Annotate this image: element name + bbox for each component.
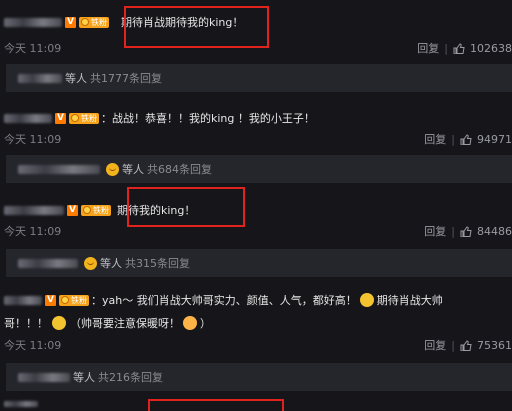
username-blurred[interactable] (4, 113, 52, 123)
reply-people: 等人 (100, 257, 122, 270)
username-blurred[interactable] (4, 17, 62, 27)
comment-text-line2c: ） (200, 317, 211, 330)
avatar-icon (106, 162, 119, 176)
comment-actions: 回复 | 94971 (424, 131, 512, 147)
highlight-box (148, 399, 284, 411)
comment-actions: 回复 | 102638 (417, 40, 512, 56)
username-blurred (4, 401, 38, 407)
reply-people: 等人 (73, 371, 95, 384)
comment-time: 今天 11:09 (4, 133, 62, 146)
reply-button[interactable]: 回复 (424, 223, 446, 239)
comment-time: 今天 11:09 (4, 339, 62, 352)
comment-4-header: V 铁粉 ：yah～ 我们肖战大帅哥实力、颜值、人气，都好高！ 期待肖战大帅 (4, 292, 443, 308)
comment-text-line1: ：yah～ 我们肖战大帅哥实力、颜值、人气，都好高！ (91, 294, 357, 307)
reply-summary-bar[interactable]: 等人 共1777条回复 (6, 64, 512, 92)
crying-emoji-icon (52, 316, 66, 330)
avatar-icon (84, 256, 97, 270)
reply-users-blurred (18, 372, 70, 382)
reply-count: 共315条回复 (125, 257, 190, 270)
divider: | (444, 41, 448, 55)
like-count: 84486 (477, 224, 512, 238)
thumbs-up-icon[interactable] (460, 339, 472, 351)
comment-4-line2: 哥！！！ （帅哥要注意保暖呀！ ） (4, 315, 211, 331)
fan-badge: 铁粉 (81, 204, 111, 216)
comment-actions: 回复 | 84486 (424, 223, 512, 239)
thumbs-up-icon[interactable] (460, 225, 472, 237)
highlight-box (127, 187, 245, 227)
highlight-box (124, 6, 269, 48)
reply-people: 等人 (65, 72, 87, 85)
reply-button[interactable]: 回复 (424, 131, 446, 147)
comment-time: 今天 11:09 (4, 42, 62, 55)
vip-badge-icon: V (67, 204, 78, 216)
comment-text: ：战战！恭喜！！我的king ！我的小王子！ (101, 112, 315, 125)
comment-text-line2a: 哥！！！ (4, 317, 48, 330)
comment-text-line1-tail: 期待肖战大帅 (376, 294, 443, 307)
username-blurred[interactable] (4, 205, 64, 215)
thumbs-up-icon[interactable] (460, 133, 472, 145)
reply-summary-bar[interactable]: 等人 共216条回复 (6, 363, 512, 391)
comment-text-line2b: （帅哥要注意保暖呀！ (70, 317, 180, 330)
username-blurred[interactable] (4, 295, 42, 305)
reply-users-blurred (18, 73, 62, 83)
reply-button[interactable]: 回复 (424, 337, 446, 353)
fan-badge: 铁粉 (59, 294, 89, 306)
divider: | (451, 224, 455, 238)
reply-users-blurred (18, 258, 78, 268)
reply-users-blurred (18, 164, 100, 174)
reply-count: 共684条回复 (147, 163, 212, 176)
comment-time: 今天 11:09 (4, 225, 62, 238)
reply-count: 共1777条回复 (90, 72, 162, 85)
vip-badge-icon: V (55, 112, 66, 124)
reply-people: 等人 (122, 163, 144, 176)
fan-badge: 铁粉 (79, 16, 109, 28)
divider: | (451, 338, 455, 352)
vip-badge-icon: V (45, 294, 56, 306)
divider: | (451, 132, 455, 146)
kiss-emoji-icon (183, 316, 197, 330)
sweat-emoji-icon (359, 293, 374, 307)
like-count: 102638 (470, 41, 512, 55)
reply-button[interactable]: 回复 (417, 40, 439, 56)
comment-2-header: V 铁粉 ：战战！恭喜！！我的king ！我的小王子！ (4, 110, 315, 126)
comment-actions: 回复 | 75361 (424, 337, 512, 353)
thumbs-up-icon[interactable] (453, 42, 465, 54)
reply-summary-bar[interactable]: 等人 共684条回复 (6, 155, 512, 183)
reply-summary-bar[interactable]: 等人 共315条回复 (6, 249, 512, 277)
fan-badge: 铁粉 (69, 112, 99, 124)
vip-badge-icon: V (65, 16, 76, 28)
like-count: 94971 (477, 132, 512, 146)
reply-count: 共216条回复 (98, 371, 163, 384)
like-count: 75361 (477, 338, 512, 352)
